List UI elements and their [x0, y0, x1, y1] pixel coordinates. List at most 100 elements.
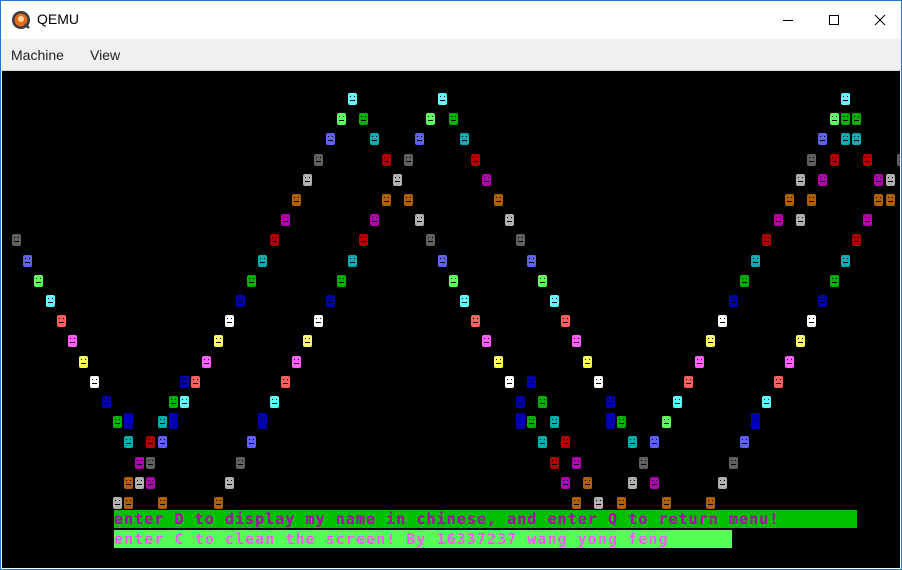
screen-character	[56, 315, 66, 328]
maximize-icon	[829, 15, 839, 25]
screen-character	[628, 476, 637, 489]
screen-character	[303, 335, 313, 348]
screen-character	[493, 194, 503, 206]
screen-character	[124, 497, 133, 509]
screen-character	[157, 497, 167, 509]
screen-character	[706, 497, 716, 509]
screen-character	[168, 396, 178, 408]
screen-character	[852, 133, 861, 146]
screen-character	[706, 335, 716, 348]
screen-character	[628, 436, 637, 449]
screen-character	[616, 416, 626, 429]
screen-character	[751, 254, 761, 267]
screen-character	[852, 113, 861, 126]
title-bar[interactable]: QEMU	[1, 1, 901, 39]
screen-character	[650, 436, 660, 449]
screen-character	[762, 396, 772, 408]
window-title: QEMU	[37, 11, 79, 27]
screen-character	[493, 355, 503, 368]
screen-character	[796, 173, 805, 186]
screen-character	[885, 194, 895, 206]
qemu-window: QEMU Machine View enter D to display my …	[0, 0, 902, 570]
screen-character	[336, 113, 346, 126]
screen-character	[863, 153, 873, 166]
screen-character	[572, 497, 581, 509]
screen-character	[224, 476, 234, 489]
screen-character	[68, 335, 77, 348]
screen-character	[695, 355, 705, 368]
screen-character	[280, 375, 290, 388]
screen-character	[247, 274, 257, 287]
screen-character	[773, 214, 783, 227]
screen-character	[583, 476, 593, 489]
screen-character	[672, 396, 682, 408]
screen-character	[157, 416, 167, 429]
screen-character	[560, 436, 570, 449]
screen-character	[717, 476, 727, 489]
screen-character	[34, 274, 44, 287]
screen-character	[796, 335, 805, 348]
screen-character	[381, 153, 391, 166]
screen-character	[348, 93, 357, 105]
screen-character	[840, 133, 850, 146]
screen-character	[829, 113, 839, 126]
screen-character	[269, 234, 279, 247]
screen-character	[90, 375, 100, 388]
screen-character	[359, 234, 369, 247]
screen-character	[572, 456, 581, 469]
screen-character	[303, 173, 313, 186]
maximize-button[interactable]	[811, 1, 857, 39]
screen-character	[840, 254, 850, 267]
screen-character	[146, 436, 156, 449]
screen-character	[572, 335, 581, 348]
screen-character	[840, 93, 850, 105]
screen-character	[426, 234, 436, 247]
screen-character	[549, 295, 559, 307]
screen-character	[437, 93, 447, 105]
screen-character	[415, 133, 425, 146]
screen-character	[896, 153, 900, 166]
close-button[interactable]	[857, 1, 902, 39]
vm-display[interactable]: enter D to display my name in chinese, a…	[2, 71, 900, 568]
screen-character	[784, 194, 794, 206]
screen-character	[336, 274, 346, 287]
screen-character	[594, 375, 604, 388]
screen-character	[784, 355, 794, 368]
screen-character	[213, 335, 223, 348]
screen-character	[538, 274, 548, 287]
screen-character	[124, 436, 133, 449]
minimize-icon	[783, 20, 793, 21]
screen-character	[224, 315, 234, 328]
screen-character	[112, 497, 122, 509]
menu-machine[interactable]: Machine	[11, 47, 64, 63]
screen-character	[280, 214, 290, 227]
screen-character	[460, 133, 469, 146]
screen-character	[258, 254, 268, 267]
screen-character	[751, 413, 761, 430]
screen-character	[885, 173, 895, 186]
minimize-button[interactable]	[765, 1, 811, 39]
screen-character	[560, 315, 570, 328]
screen-character	[392, 173, 402, 186]
screen-character	[560, 476, 570, 489]
screen-character	[874, 194, 884, 206]
screen-character	[874, 173, 884, 186]
screen-character	[684, 375, 693, 388]
screen-character	[516, 396, 525, 408]
screen-character	[112, 416, 122, 429]
qemu-logo-icon	[12, 11, 30, 29]
menu-view[interactable]: View	[90, 47, 120, 63]
screen-character	[661, 416, 671, 429]
screen-character	[180, 375, 189, 388]
screen-character	[818, 133, 828, 146]
screen-character	[448, 113, 458, 126]
screen-character	[157, 436, 167, 449]
screen-character	[247, 436, 257, 449]
screen-character	[807, 153, 817, 166]
screen-character	[381, 194, 391, 206]
screen-character	[728, 456, 738, 469]
screen-character	[45, 295, 55, 307]
close-icon	[874, 14, 886, 26]
screen-character	[639, 456, 649, 469]
screen-character	[314, 315, 324, 328]
